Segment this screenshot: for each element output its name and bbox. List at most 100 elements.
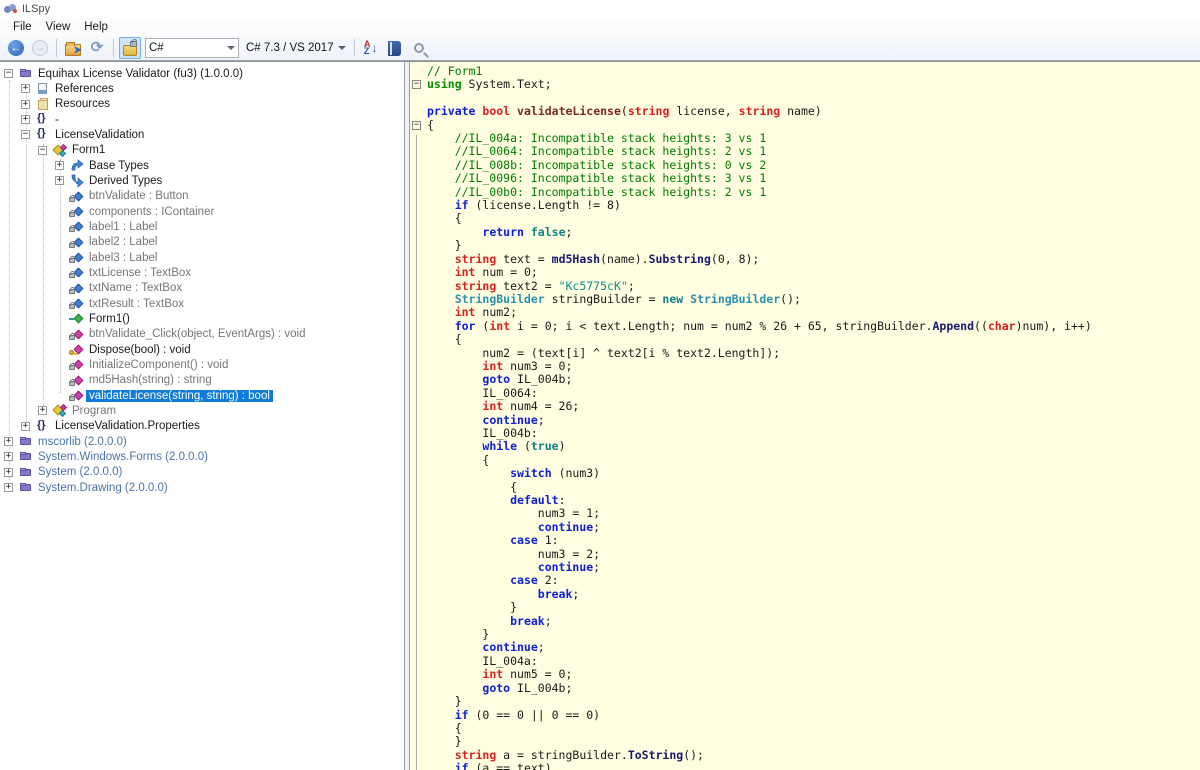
search-button[interactable]	[408, 37, 430, 59]
expand-icon[interactable]: +	[4, 483, 13, 492]
code-token: text =	[496, 252, 551, 266]
code-line: //IL_008b: Incompatible stack heights: 0…	[410, 159, 1200, 172]
code-token: {	[427, 453, 489, 467]
code-token	[427, 319, 455, 333]
tree-item[interactable]: +{}LicenseValidation.Properties	[0, 419, 404, 434]
code-line: IL_004b:	[410, 427, 1200, 440]
tree-item[interactable]: validateLicense(string, string) : bool	[0, 388, 404, 403]
tree-item[interactable]: md5Hash(string) : string	[0, 373, 404, 388]
expand-icon[interactable]: +	[21, 115, 30, 124]
code-token: }	[427, 694, 462, 708]
code-token: while	[482, 439, 517, 453]
menu-item-file[interactable]: File	[6, 20, 39, 34]
code-token: Append	[932, 319, 974, 333]
tree-item[interactable]: +Derived Types	[0, 173, 404, 188]
tree-item[interactable]: btnValidate : Button	[0, 189, 404, 204]
expand-icon[interactable]: +	[21, 100, 30, 109]
code-token: goto	[482, 681, 510, 695]
tree-item[interactable]: + Base Types	[0, 158, 404, 173]
expand-icon[interactable]: +	[21, 84, 30, 93]
toolbar-separator	[354, 39, 355, 57]
code-line: −{	[410, 119, 1200, 132]
code-line: }	[410, 735, 1200, 748]
tree-item[interactable]: label1 : Label	[0, 219, 404, 234]
tree-item[interactable]: btnValidate_Click(object, EventArgs) : v…	[0, 327, 404, 342]
code-token	[427, 265, 455, 279]
decompiled-code-pane[interactable]: // Form1−using System.Text;private bool …	[409, 62, 1200, 770]
code-line: StringBuilder stringBuilder = new String…	[410, 293, 1200, 306]
code-token: }	[427, 238, 462, 252]
forward-button[interactable]: →	[29, 37, 51, 59]
code-token: num3 = 0;	[503, 359, 572, 373]
code-token: bool	[482, 104, 510, 118]
tree-item[interactable]: + System (2.0.0.0)	[0, 465, 404, 480]
code-line: num3 = 1;	[410, 507, 1200, 520]
expand-icon[interactable]: +	[55, 176, 64, 185]
expand-icon[interactable]: +	[38, 406, 47, 415]
show-internal-api-toggle[interactable]	[119, 37, 141, 59]
tree-item[interactable]: Form1()	[0, 311, 404, 326]
sort-assemblies-button[interactable]: AZ↓	[360, 37, 382, 59]
tree-item-label: md5Hash(string) : string	[86, 374, 215, 386]
fold-collapse-icon[interactable]: −	[412, 80, 421, 89]
tree-item[interactable]: txtName : TextBox	[0, 281, 404, 296]
language-version-select[interactable]: C# 7.3 / VS 2017	[242, 38, 350, 58]
tree-item[interactable]: components : IContainer	[0, 204, 404, 219]
code-line: {	[410, 454, 1200, 467]
code-token: string	[739, 104, 781, 118]
code-token: (a == text)	[469, 761, 552, 770]
open-file-button[interactable]: ➤	[62, 37, 84, 59]
tree-item[interactable]: txtResult : TextBox	[0, 296, 404, 311]
assembly-tree-pane[interactable]: −Equihax License Validator (fu3) (1.0.0.…	[0, 62, 405, 770]
collapse-icon[interactable]: −	[38, 146, 47, 155]
tree-item[interactable]: + System.Drawing (2.0.0.0)	[0, 480, 404, 495]
tree-item-label: Base Types	[86, 160, 152, 172]
code-line: if (0 == 0 || 0 == 0)	[410, 709, 1200, 722]
tree-item[interactable]: +System.Windows.Forms (2.0.0.0)	[0, 449, 404, 464]
code-line: continue;	[410, 641, 1200, 654]
tree-item[interactable]: InitializeComponent() : void	[0, 357, 404, 372]
code-token: string	[455, 252, 497, 266]
code-line: int num3 = 0;	[410, 360, 1200, 373]
namespace-icon: {}	[35, 127, 52, 142]
menu-item-help[interactable]: Help	[77, 20, 115, 34]
tree-item[interactable]: +References	[0, 81, 404, 96]
tree-item[interactable]: +{}-	[0, 112, 404, 127]
assembly-list-button[interactable]	[384, 37, 406, 59]
field-private-icon	[69, 204, 86, 219]
tree-item[interactable]: +Resources	[0, 97, 404, 112]
code-line: // Form1	[410, 65, 1200, 78]
code-token: int	[455, 265, 476, 279]
tree-item[interactable]: txtLicense : TextBox	[0, 265, 404, 280]
tree-item[interactable]: −{}LicenseValidation	[0, 127, 404, 142]
tree-item-label: System (2.0.0.0)	[35, 466, 125, 478]
fold-collapse-icon[interactable]: −	[412, 121, 421, 130]
collapse-icon[interactable]: −	[4, 69, 13, 78]
code-token: // Form1	[427, 64, 482, 78]
refresh-button[interactable]: ⟳	[86, 37, 108, 59]
menu-item-view[interactable]: View	[39, 20, 78, 34]
code-token: "Kc5775cK"	[559, 279, 628, 293]
tree-item[interactable]: Dispose(bool) : void	[0, 342, 404, 357]
expand-icon[interactable]: +	[55, 161, 64, 170]
expand-icon[interactable]: +	[4, 468, 13, 477]
tree-item[interactable]: −Form1	[0, 143, 404, 158]
code-token: }	[427, 627, 489, 641]
tree-item[interactable]: label3 : Label	[0, 250, 404, 265]
expand-icon[interactable]: +	[4, 452, 13, 461]
back-button[interactable]: ←	[5, 37, 27, 59]
code-line: private bool validateLicense(string lice…	[410, 105, 1200, 118]
tree-item[interactable]: −Equihax License Validator (fu3) (1.0.0.…	[0, 66, 404, 81]
expand-icon[interactable]: +	[4, 437, 13, 446]
code-line: goto IL_004b;	[410, 682, 1200, 695]
language-select[interactable]: C#	[145, 38, 239, 58]
code-line: break;	[410, 615, 1200, 628]
tree-item[interactable]: label2 : Label	[0, 235, 404, 250]
collapse-icon[interactable]: −	[21, 130, 30, 139]
tree-item-label: System.Drawing (2.0.0.0)	[35, 482, 171, 494]
tree-item[interactable]: +Program	[0, 403, 404, 418]
code-token: {	[427, 480, 517, 494]
tree-item[interactable]: +mscorlib (2.0.0.0)	[0, 434, 404, 449]
expand-icon[interactable]: +	[21, 422, 30, 431]
code-view[interactable]: // Form1−using System.Text;private bool …	[410, 62, 1200, 770]
